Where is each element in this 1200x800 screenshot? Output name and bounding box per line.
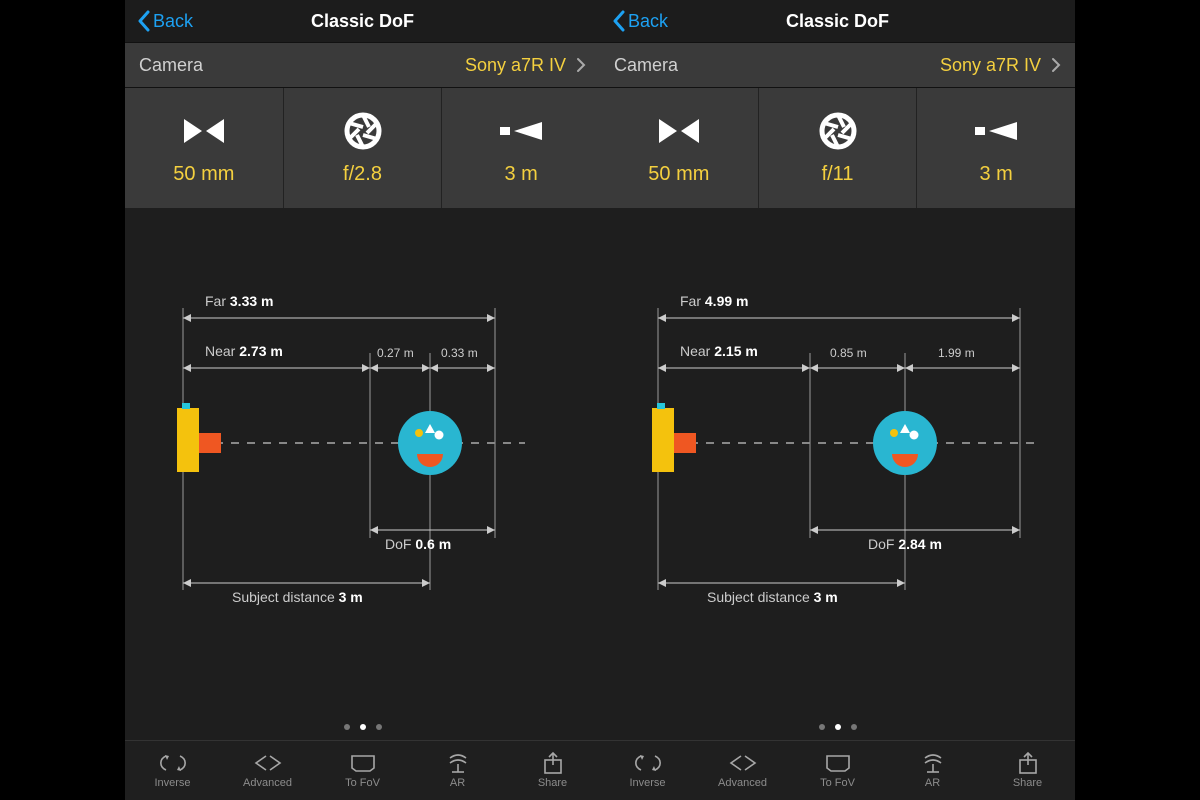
phone-screenshot-left: Back Classic DoF Camera Sony a7R IV 50 m…: [125, 0, 600, 800]
advanced-label: Advanced: [243, 777, 292, 789]
to-fov-icon: [824, 752, 852, 774]
share-label: Share: [538, 777, 567, 789]
aperture-icon: [343, 111, 383, 151]
page-dot-3[interactable]: [376, 724, 382, 730]
dof-label: DoF 2.84 m: [868, 536, 942, 552]
inverse-button[interactable]: Inverse: [600, 741, 695, 800]
focal-length-button[interactable]: 50 mm: [125, 88, 284, 208]
subject-distance-label: Subject distance 3 m: [232, 589, 363, 605]
back-button[interactable]: Back: [131, 0, 199, 42]
distance-button[interactable]: 3 m: [917, 88, 1075, 208]
ar-icon: [921, 752, 945, 774]
camera-value: Sony a7R IV: [465, 55, 566, 76]
subject-distance-label: Subject distance 3 m: [707, 589, 838, 605]
dof-diagram: Far 4.99 m Near 2.15 m 0.85 m 1.99 m DoF…: [600, 208, 1075, 740]
camera-selector-row[interactable]: Camera Sony a7R IV: [125, 42, 600, 88]
phone-screenshot-right: Back Classic DoF Camera Sony a7R IV 50 m…: [600, 0, 1075, 800]
camera-selector-row[interactable]: Camera Sony a7R IV: [600, 42, 1075, 88]
inverse-icon: [160, 752, 186, 774]
distance-button[interactable]: 3 m: [442, 88, 600, 208]
chevron-right-icon: [1051, 57, 1061, 73]
advanced-label: Advanced: [718, 777, 767, 789]
advanced-icon: [253, 752, 283, 774]
advanced-icon: [728, 752, 758, 774]
diagram-svg: [125, 208, 600, 708]
near-label: Near 2.15 m: [680, 343, 758, 359]
aperture-icon: [818, 111, 858, 151]
chevron-left-icon: [137, 10, 151, 32]
focal-length-icon: [182, 111, 226, 151]
aperture-value: f/2.8: [343, 163, 382, 186]
distance-icon: [973, 111, 1019, 151]
aperture-button[interactable]: f/11: [759, 88, 918, 208]
ar-button[interactable]: AR: [885, 741, 980, 800]
ar-label: AR: [450, 777, 465, 789]
back-label: Back: [153, 11, 193, 32]
distance-value: 3 m: [505, 163, 538, 186]
far-label: Far 3.33 m: [205, 293, 273, 309]
to-fov-button[interactable]: To FoV: [790, 741, 885, 800]
chevron-left-icon: [612, 10, 626, 32]
share-icon: [1017, 752, 1039, 774]
far-gap-label: 0.33 m: [441, 346, 478, 360]
inverse-label: Inverse: [629, 777, 665, 789]
distance-value: 3 m: [980, 163, 1013, 186]
focal-length-value: 50 mm: [173, 163, 234, 186]
page-dot-2[interactable]: [360, 724, 366, 730]
parameter-strip: 50 mm f/11 3 m: [600, 88, 1075, 208]
aperture-button[interactable]: f/2.8: [284, 88, 443, 208]
parameter-strip: 50 mm f/2.8 3 m: [125, 88, 600, 208]
back-label: Back: [628, 11, 668, 32]
dof-label: DoF 0.6 m: [385, 536, 451, 552]
page-dot-1[interactable]: [344, 724, 350, 730]
near-gap-label: 0.27 m: [377, 346, 414, 360]
to-fov-label: To FoV: [820, 777, 855, 789]
navbar: Back Classic DoF: [125, 0, 600, 42]
far-gap-label: 1.99 m: [938, 346, 975, 360]
diagram-svg: [600, 208, 1075, 708]
inverse-icon: [635, 752, 661, 774]
chevron-right-icon: [576, 57, 586, 73]
advanced-button[interactable]: Advanced: [220, 741, 315, 800]
to-fov-icon: [349, 752, 377, 774]
share-button[interactable]: Share: [980, 741, 1075, 800]
dof-diagram: Far 3.33 m Near 2.73 m 0.27 m 0.33 m DoF…: [125, 208, 600, 740]
camera-value: Sony a7R IV: [940, 55, 1041, 76]
bottom-toolbar: Inverse Advanced To FoV AR Share: [125, 740, 600, 800]
aperture-value: f/11: [822, 163, 854, 186]
back-button[interactable]: Back: [606, 0, 674, 42]
to-fov-label: To FoV: [345, 777, 380, 789]
page-dot-2[interactable]: [835, 724, 841, 730]
advanced-button[interactable]: Advanced: [695, 741, 790, 800]
camera-label: Camera: [614, 55, 940, 76]
far-label: Far 4.99 m: [680, 293, 748, 309]
ar-button[interactable]: AR: [410, 741, 505, 800]
inverse-button[interactable]: Inverse: [125, 741, 220, 800]
camera-label: Camera: [139, 55, 465, 76]
share-icon: [542, 752, 564, 774]
ar-icon: [446, 752, 470, 774]
page-dot-1[interactable]: [819, 724, 825, 730]
share-label: Share: [1013, 777, 1042, 789]
focal-length-icon: [657, 111, 701, 151]
share-button[interactable]: Share: [505, 741, 600, 800]
page-dot-3[interactable]: [851, 724, 857, 730]
inverse-label: Inverse: [154, 777, 190, 789]
to-fov-button[interactable]: To FoV: [315, 741, 410, 800]
near-gap-label: 0.85 m: [830, 346, 867, 360]
bottom-toolbar: Inverse Advanced To FoV AR Share: [600, 740, 1075, 800]
ar-label: AR: [925, 777, 940, 789]
navbar: Back Classic DoF: [600, 0, 1075, 42]
focal-length-button[interactable]: 50 mm: [600, 88, 759, 208]
distance-icon: [498, 111, 544, 151]
near-label: Near 2.73 m: [205, 343, 283, 359]
page-dots[interactable]: [125, 724, 600, 730]
focal-length-value: 50 mm: [648, 163, 709, 186]
page-dots[interactable]: [600, 724, 1075, 730]
